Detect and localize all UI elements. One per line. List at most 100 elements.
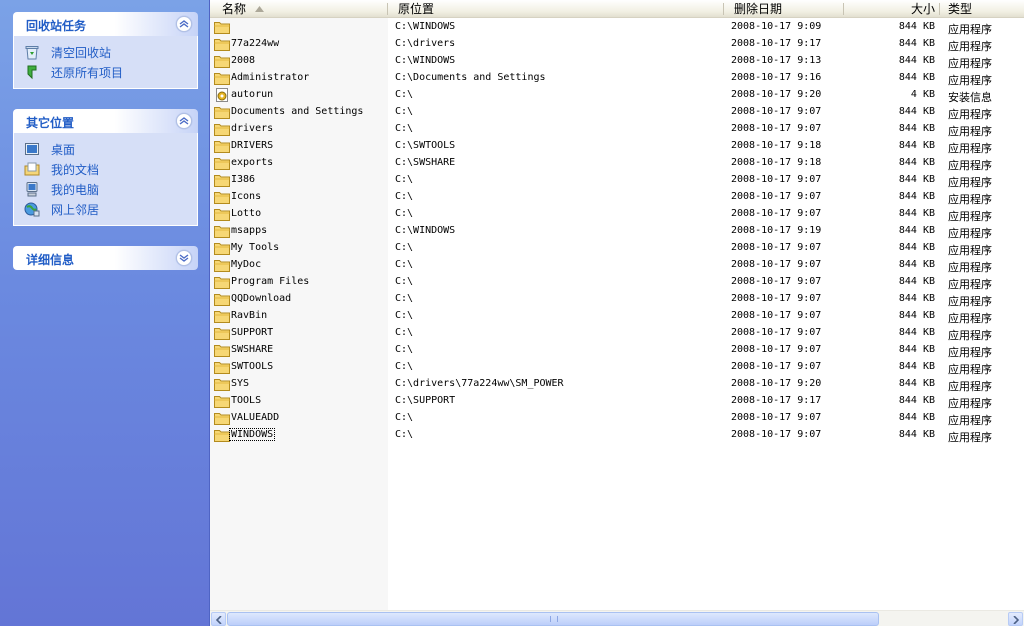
file-row[interactable]: Icons C:\ 2008-10-17 9:07 844 KB 应用程序 xyxy=(210,189,1024,206)
date-deleted: 2008-10-17 9:07 xyxy=(731,361,822,372)
file-size: 844 KB xyxy=(898,344,935,355)
file-size: 844 KB xyxy=(898,21,935,32)
recycle-bin-tasks-body: 清空回收站 还原所有项目 xyxy=(13,36,198,89)
desktop-icon xyxy=(24,141,42,157)
folder-icon xyxy=(214,105,230,119)
file-type: 应用程序 xyxy=(948,397,992,410)
date-deleted: 2008-10-17 9:17 xyxy=(731,38,822,49)
file-row[interactable]: SWSHARE C:\ 2008-10-17 9:07 844 KB 应用程序 xyxy=(210,342,1024,359)
file-row[interactable]: QQDownload C:\ 2008-10-17 9:07 844 KB 应用程序 xyxy=(210,291,1024,308)
file-row[interactable]: msapps C:\WINDOWS 2008-10-17 9:19 844 KB 应用程… xyxy=(210,223,1024,240)
original-location: C:\ xyxy=(395,123,414,134)
file-row[interactable]: autorun C:\ 2008-10-17 9:20 4 KB 安装信息 xyxy=(210,87,1024,104)
file-type: 应用程序 xyxy=(948,346,992,359)
expand-chevron-icon[interactable] xyxy=(176,250,192,266)
file-size: 844 KB xyxy=(898,310,935,321)
details-header[interactable]: 详细信息 xyxy=(13,246,198,270)
column-header-date-deleted[interactable]: 删除日期 xyxy=(724,0,844,18)
column-header-date-deleted-label: 删除日期 xyxy=(734,2,783,16)
file-type: 应用程序 xyxy=(948,176,992,189)
file-type: 应用程序 xyxy=(948,312,992,325)
original-location: C:\drivers xyxy=(395,38,456,49)
column-header-name-label: 名称 xyxy=(222,2,247,16)
file-name: 2008 xyxy=(231,55,256,66)
original-location: C:\ xyxy=(395,242,414,253)
scroll-left-button[interactable] xyxy=(211,612,226,626)
scroll-right-button[interactable] xyxy=(1008,612,1023,626)
file-row[interactable]: Lotto C:\ 2008-10-17 9:07 844 KB 应用程序 xyxy=(210,206,1024,223)
column-header-type-label: 类型 xyxy=(948,2,973,16)
file-row[interactable]: SWTOOLS C:\ 2008-10-17 9:07 844 KB 应用程序 xyxy=(210,359,1024,376)
file-row[interactable]: WINDOWS C:\ 2008-10-17 9:07 844 KB 应用程序 xyxy=(210,427,1024,444)
file-row[interactable]: RavBin C:\ 2008-10-17 9:07 844 KB 应用程序 xyxy=(210,308,1024,325)
folder-icon xyxy=(214,360,230,374)
sort-ascending-icon xyxy=(255,6,264,12)
file-row[interactable]: Documents and Settings C:\ 2008-10-17 9:07… xyxy=(210,104,1024,121)
file-name: TOOLS xyxy=(231,395,262,406)
other-places-header[interactable]: 其它位置 xyxy=(13,109,198,133)
desktop-link[interactable]: 桌面 xyxy=(24,139,197,159)
file-row[interactable]: SYS C:\drivers\77a224ww\SM_POWER 2008-10-1… xyxy=(210,376,1024,393)
column-header-size[interactable]: 大小 xyxy=(844,0,940,18)
folder-icon xyxy=(214,54,230,68)
file-row[interactable]: SUPPORT C:\ 2008-10-17 9:07 844 KB 应用程序 xyxy=(210,325,1024,342)
file-name: QQDownload xyxy=(231,293,292,304)
original-location: C:\ xyxy=(395,310,414,321)
file-row[interactable]: Program Files C:\ 2008-10-17 9:07 844 KB 应用程… xyxy=(210,274,1024,291)
file-size: 844 KB xyxy=(898,208,935,219)
file-row[interactable]: My Tools C:\ 2008-10-17 9:07 844 KB 应用程序 xyxy=(210,240,1024,257)
original-location: C:\SWSHARE xyxy=(395,157,456,168)
restore-all-items-label: 还原所有项目 xyxy=(51,65,124,80)
original-location: C:\ xyxy=(395,191,414,202)
file-row[interactable]: TOOLS C:\SUPPORT 2008-10-17 9:17 844 KB 应用程序 xyxy=(210,393,1024,410)
file-row[interactable]: I386 C:\ 2008-10-17 9:07 844 KB 应用程序 xyxy=(210,172,1024,189)
column-header-original-location[interactable]: 原位置 xyxy=(388,0,724,18)
date-deleted: 2008-10-17 9:09 xyxy=(731,21,822,32)
empty-recycle-bin-link[interactable]: 清空回收站 xyxy=(24,42,197,62)
folder-icon xyxy=(214,411,230,425)
file-row[interactable]: VALUEADD C:\ 2008-10-17 9:07 844 KB 应用程序 xyxy=(210,410,1024,427)
original-location: C:\ xyxy=(395,327,414,338)
folder-icon xyxy=(214,394,230,408)
arrow-left-icon xyxy=(216,616,222,624)
column-header-original-location-label: 原位置 xyxy=(398,2,435,16)
original-location: C:\ xyxy=(395,106,414,117)
file-row[interactable]: drivers C:\ 2008-10-17 9:07 844 KB 应用程序 xyxy=(210,121,1024,138)
date-deleted: 2008-10-17 9:07 xyxy=(731,106,822,117)
column-header-name[interactable]: 名称 xyxy=(210,0,388,18)
column-header-size-label: 大小 xyxy=(910,2,935,16)
file-type: 应用程序 xyxy=(948,414,992,427)
my-computer-link[interactable]: 我的电脑 xyxy=(24,179,197,199)
collapse-chevron-icon[interactable] xyxy=(176,16,192,32)
file-size: 844 KB xyxy=(898,72,935,83)
horizontal-scrollbar[interactable] xyxy=(210,610,1024,626)
file-type: 应用程序 xyxy=(948,108,992,121)
original-location: C:\Documents and Settings xyxy=(395,72,546,83)
file-row[interactable]: MyDoc C:\ 2008-10-17 9:07 844 KB 应用程序 xyxy=(210,257,1024,274)
date-deleted: 2008-10-17 9:18 xyxy=(731,140,822,151)
recycle-bin-tasks-header[interactable]: 回收站任务 xyxy=(13,12,198,36)
file-row[interactable]: C:\WINDOWS 2008-10-17 9:09 844 KB 应用程序 xyxy=(210,19,1024,36)
file-row[interactable]: 77a224ww C:\drivers 2008-10-17 9:17 844 KB 应… xyxy=(210,36,1024,53)
column-header-type[interactable]: 类型 xyxy=(940,0,1024,18)
file-name: autorun xyxy=(231,89,274,100)
file-size: 844 KB xyxy=(898,38,935,49)
scrollbar-thumb[interactable] xyxy=(227,612,879,626)
file-row[interactable]: exports C:\SWSHARE 2008-10-17 9:18 844 KB 应用… xyxy=(210,155,1024,172)
file-row[interactable]: Administrator C:\Documents and Settings 20… xyxy=(210,70,1024,87)
original-location: C:\ xyxy=(395,259,414,270)
restore-all-items-link[interactable]: 还原所有项目 xyxy=(24,62,197,82)
file-size: 844 KB xyxy=(898,55,935,66)
file-type: 应用程序 xyxy=(948,125,992,138)
network-places-link[interactable]: 网上邻居 xyxy=(24,199,197,219)
original-location: C:\ xyxy=(395,429,414,440)
date-deleted: 2008-10-17 9:13 xyxy=(731,55,822,66)
date-deleted: 2008-10-17 9:07 xyxy=(731,412,822,423)
file-type: 应用程序 xyxy=(948,295,992,308)
collapse-chevron-icon[interactable] xyxy=(176,113,192,129)
file-row[interactable]: 2008 C:\WINDOWS 2008-10-17 9:13 844 KB 应用程序 xyxy=(210,53,1024,70)
my-documents-link[interactable]: 我的文档 xyxy=(24,159,197,179)
file-rows: C:\WINDOWS 2008-10-17 9:09 844 KB 应用程序 77a22… xyxy=(210,19,1024,444)
file-row[interactable]: DRIVERS C:\SWTOOLS 2008-10-17 9:18 844 KB 应用… xyxy=(210,138,1024,155)
file-name: Icons xyxy=(231,191,262,202)
